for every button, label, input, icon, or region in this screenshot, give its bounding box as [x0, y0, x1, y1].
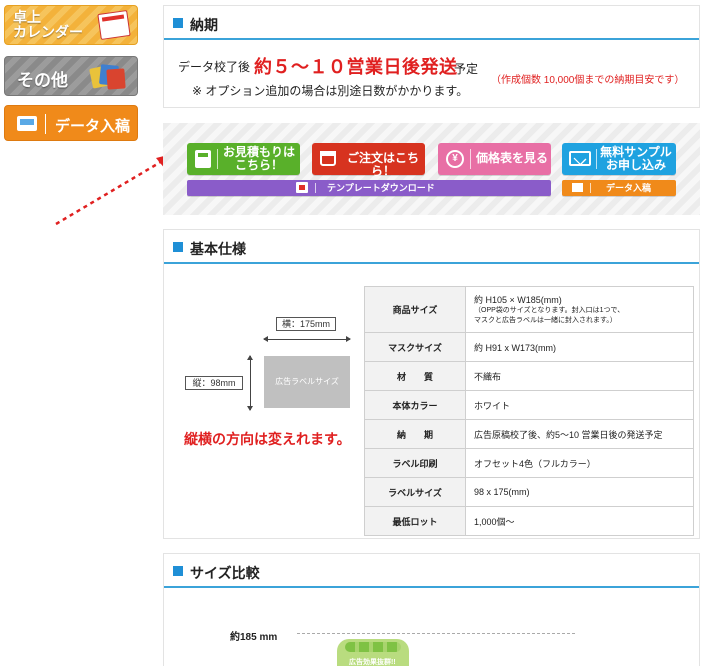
sidebar-calendar-button[interactable]: 卓上 カレンダー	[4, 5, 138, 45]
heading-square-icon	[173, 18, 183, 28]
table-row: ラベル印刷 オフセット4色（フルカラー）	[364, 448, 694, 478]
spec-value: 不織布	[465, 361, 694, 391]
sidebar-data-upload-label: データ入稿	[55, 118, 131, 135]
delivery-option-note: ※ オプション追加の場合は別途日数がかかります。	[192, 84, 469, 98]
spec-key: ラベルサイズ	[364, 477, 466, 507]
spec-value: 98 x 175(mm)	[465, 477, 694, 507]
price-list-button-label: 価格表を見る	[476, 151, 549, 165]
sidebar-data-upload-button[interactable]: データ入稿	[4, 105, 138, 141]
width-label: 横：175mm	[276, 317, 336, 331]
spec-value: 1,000個～	[465, 506, 694, 536]
folder-icon	[17, 116, 37, 131]
template-download-label: テンプレートダウンロード	[327, 183, 435, 193]
separator	[45, 114, 46, 134]
spec-key: ラベル印刷	[364, 448, 466, 478]
data-upload-label: データ入稿	[606, 183, 652, 193]
size-compare-panel: サイズ比較 約185 mm 広告効果抜群!!	[163, 553, 700, 666]
table-row: 材 質 不織布	[364, 361, 694, 391]
delivery-prefix: データ校了後	[178, 60, 251, 74]
ad-label-size-box: 広告ラベルサイズ	[264, 356, 350, 408]
table-row: 本体カラー ホワイト	[364, 390, 694, 420]
delivery-quantity-note: （作成個数 10,000個までの納期目安です）	[491, 75, 685, 86]
sidebar-other-button[interactable]: その他	[4, 56, 138, 96]
spec-key: 納 期	[364, 419, 466, 449]
delivery-title: 納期	[190, 17, 218, 33]
estimate-button-label: お見積もりは こちら！	[223, 145, 296, 172]
data-upload-button[interactable]: データ入稿	[562, 180, 676, 196]
table-row: 商品サイズ 約 H105 × W185(mm) （OPP袋のサイズとなります。封…	[364, 286, 694, 333]
heading-square-icon	[173, 566, 183, 576]
sidebar-other-label: その他	[17, 71, 68, 90]
estimate-button[interactable]: お見積もりは こちら！	[187, 143, 300, 175]
mask-image-text: 広告効果抜群!!	[349, 659, 396, 666]
spec-value: オフセット4色（フルカラー）	[465, 448, 694, 478]
length-label: 約185 mm	[230, 632, 278, 643]
size-compare-title: サイズ比較	[190, 565, 260, 581]
products-stack-icon	[89, 63, 126, 91]
table-row: ラベルサイズ 98 x 175(mm)	[364, 477, 694, 507]
price-list-button[interactable]: ¥ 価格表を見る	[438, 143, 551, 175]
spec-key: マスクサイズ	[364, 332, 466, 362]
folder-icon	[572, 183, 583, 192]
spec-value-main: 約 H105 × W185(mm)	[474, 295, 562, 305]
spec-value: 広告原稿校了後、約5～10 営業日後の発送予定	[465, 419, 694, 449]
panel-header: 納期	[164, 6, 699, 40]
spec-value: 約 H91 x W173(mm)	[465, 332, 694, 362]
template-download-button[interactable]: テンプレートダウンロード	[187, 180, 551, 196]
delivery-suffix: 予定	[454, 62, 479, 76]
table-row: マスクサイズ 約 H91 x W173(mm)	[364, 332, 694, 362]
calculator-icon	[195, 150, 211, 168]
spec-key: 本体カラー	[364, 390, 466, 420]
table-row: 納 期 広告原稿校了後、約5～10 営業日後の発送予定	[364, 419, 694, 449]
sidebar-calendar-label: 卓上 カレンダー	[13, 9, 83, 40]
panel-header: 基本仕様	[164, 230, 699, 264]
height-arrow-icon	[247, 355, 253, 411]
spec-value-sub: （OPP袋のサイズとなります。封入口は1つで、 マスクと広告ラベルは一緒に封入さ…	[474, 307, 625, 324]
spec-key: 商品サイズ	[364, 286, 466, 333]
height-label: 縦：98mm	[185, 376, 243, 390]
table-row: 最低ロット 1,000個～	[364, 506, 694, 536]
spec-key: 最低ロット	[364, 506, 466, 536]
mail-icon	[569, 151, 591, 166]
action-buttons-panel: お見積もりは こちら！ ご注文はこちら！ ¥ 価格表を見る 無料サンプル お申し…	[163, 123, 700, 215]
yen-icon: ¥	[446, 150, 464, 168]
order-button-label: ご注文はこちら！	[346, 151, 419, 178]
spec-table: 商品サイズ 約 H105 × W185(mm) （OPP袋のサイズとなります。封…	[364, 286, 694, 536]
spec-value: 約 H105 × W185(mm) （OPP袋のサイズとなります。封入口は1つで…	[465, 286, 694, 333]
calendar-icon	[97, 10, 131, 40]
dashed-guide	[297, 633, 575, 634]
panel-header: サイズ比較	[164, 554, 699, 588]
mask-image: 広告効果抜群!!	[337, 639, 409, 666]
heading-square-icon	[173, 242, 183, 252]
free-sample-button[interactable]: 無料サンプル お申し込み	[562, 143, 676, 175]
spec-key: 材 質	[364, 361, 466, 391]
delivery-days: 約５～１０営業日後発送	[254, 57, 458, 77]
basic-spec-panel: 基本仕様 横：175mm 縦：98mm 広告ラベルサイズ 縦横の方向は変えれます…	[163, 229, 700, 539]
download-icon	[296, 182, 308, 193]
order-button[interactable]: ご注文はこちら！	[312, 143, 425, 178]
delivery-panel: 納期 データ校了後 約５～１０営業日後発送 予定 （作成個数 10,000個まで…	[163, 5, 700, 108]
width-arrow-icon	[263, 336, 351, 342]
orientation-note: 縦横の方向は変えれます。	[184, 431, 351, 447]
basic-spec-title: 基本仕様	[190, 241, 246, 257]
spec-value: ホワイト	[465, 390, 694, 420]
free-sample-button-label: 無料サンプル お申し込み	[600, 145, 672, 172]
cart-icon	[320, 151, 336, 166]
